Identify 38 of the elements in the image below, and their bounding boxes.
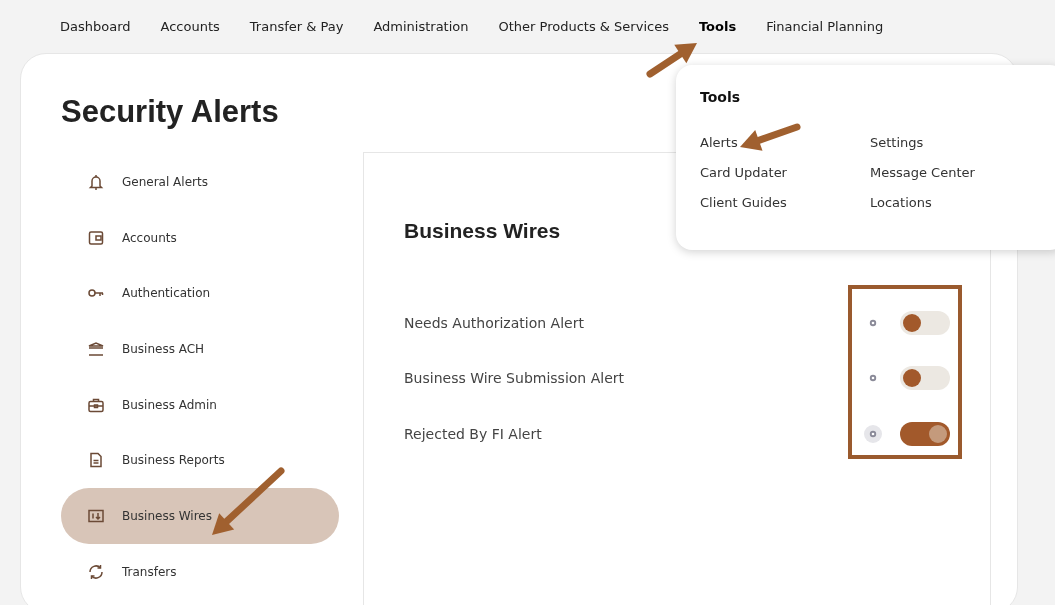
toggle-switch[interactable] [900,310,950,335]
menu-title: Tools [700,89,741,105]
sidebar-item[interactable]: Business ACH [61,321,339,377]
bell-icon [87,172,105,191]
nav-item[interactable]: Tools [698,19,737,34]
nav-item[interactable]: Administration [373,19,469,34]
sidebar-item[interactable]: Accounts [61,209,339,266]
alert-label: Needs Authorization Alert [404,314,585,331]
toggle-switch[interactable] [900,366,950,391]
sidebar-item[interactable]: Business Reports [61,432,339,489]
menu-item[interactable]: Message Center [870,165,1040,180]
alert-label: Business Wire Submission Alert [404,370,625,387]
nav-item[interactable]: Dashboard [60,19,131,34]
bank-icon [87,339,105,358]
annotation-arrow [740,123,801,151]
document-icon [87,451,105,470]
sidebar-item[interactable]: General Alerts [61,154,339,210]
sidebar-item[interactable]: Business Wires [61,488,339,544]
menu-item[interactable]: Locations [870,195,1040,210]
menu-item[interactable]: Client Guides [700,195,870,210]
refresh-icon [87,562,105,581]
toggle-switch[interactable] [900,421,950,446]
page-title: Security Alerts [61,94,279,130]
nav-item[interactable]: Financial Planning [766,19,884,34]
menu-item[interactable]: Card Updater [700,165,870,180]
sidebar-item[interactable]: Authentication [61,265,339,322]
sidebar-item[interactable]: Transfers [61,543,339,600]
menu-item[interactable]: Settings [870,135,1040,150]
info-icon[interactable] [864,424,882,443]
sidebar-item[interactable]: Business Admin [61,376,339,433]
wallet-icon [87,228,105,247]
alert-label: Rejected By FI Alert [404,425,543,442]
nav-item[interactable]: Accounts [160,19,220,34]
nav-item[interactable]: Transfer & Pay [249,19,344,34]
annotation-arrow [646,43,697,78]
section-title: Business Wires [404,219,561,243]
nav-item[interactable]: Other Products & Services [498,19,669,34]
menu-item[interactable]: Alerts [700,135,870,150]
